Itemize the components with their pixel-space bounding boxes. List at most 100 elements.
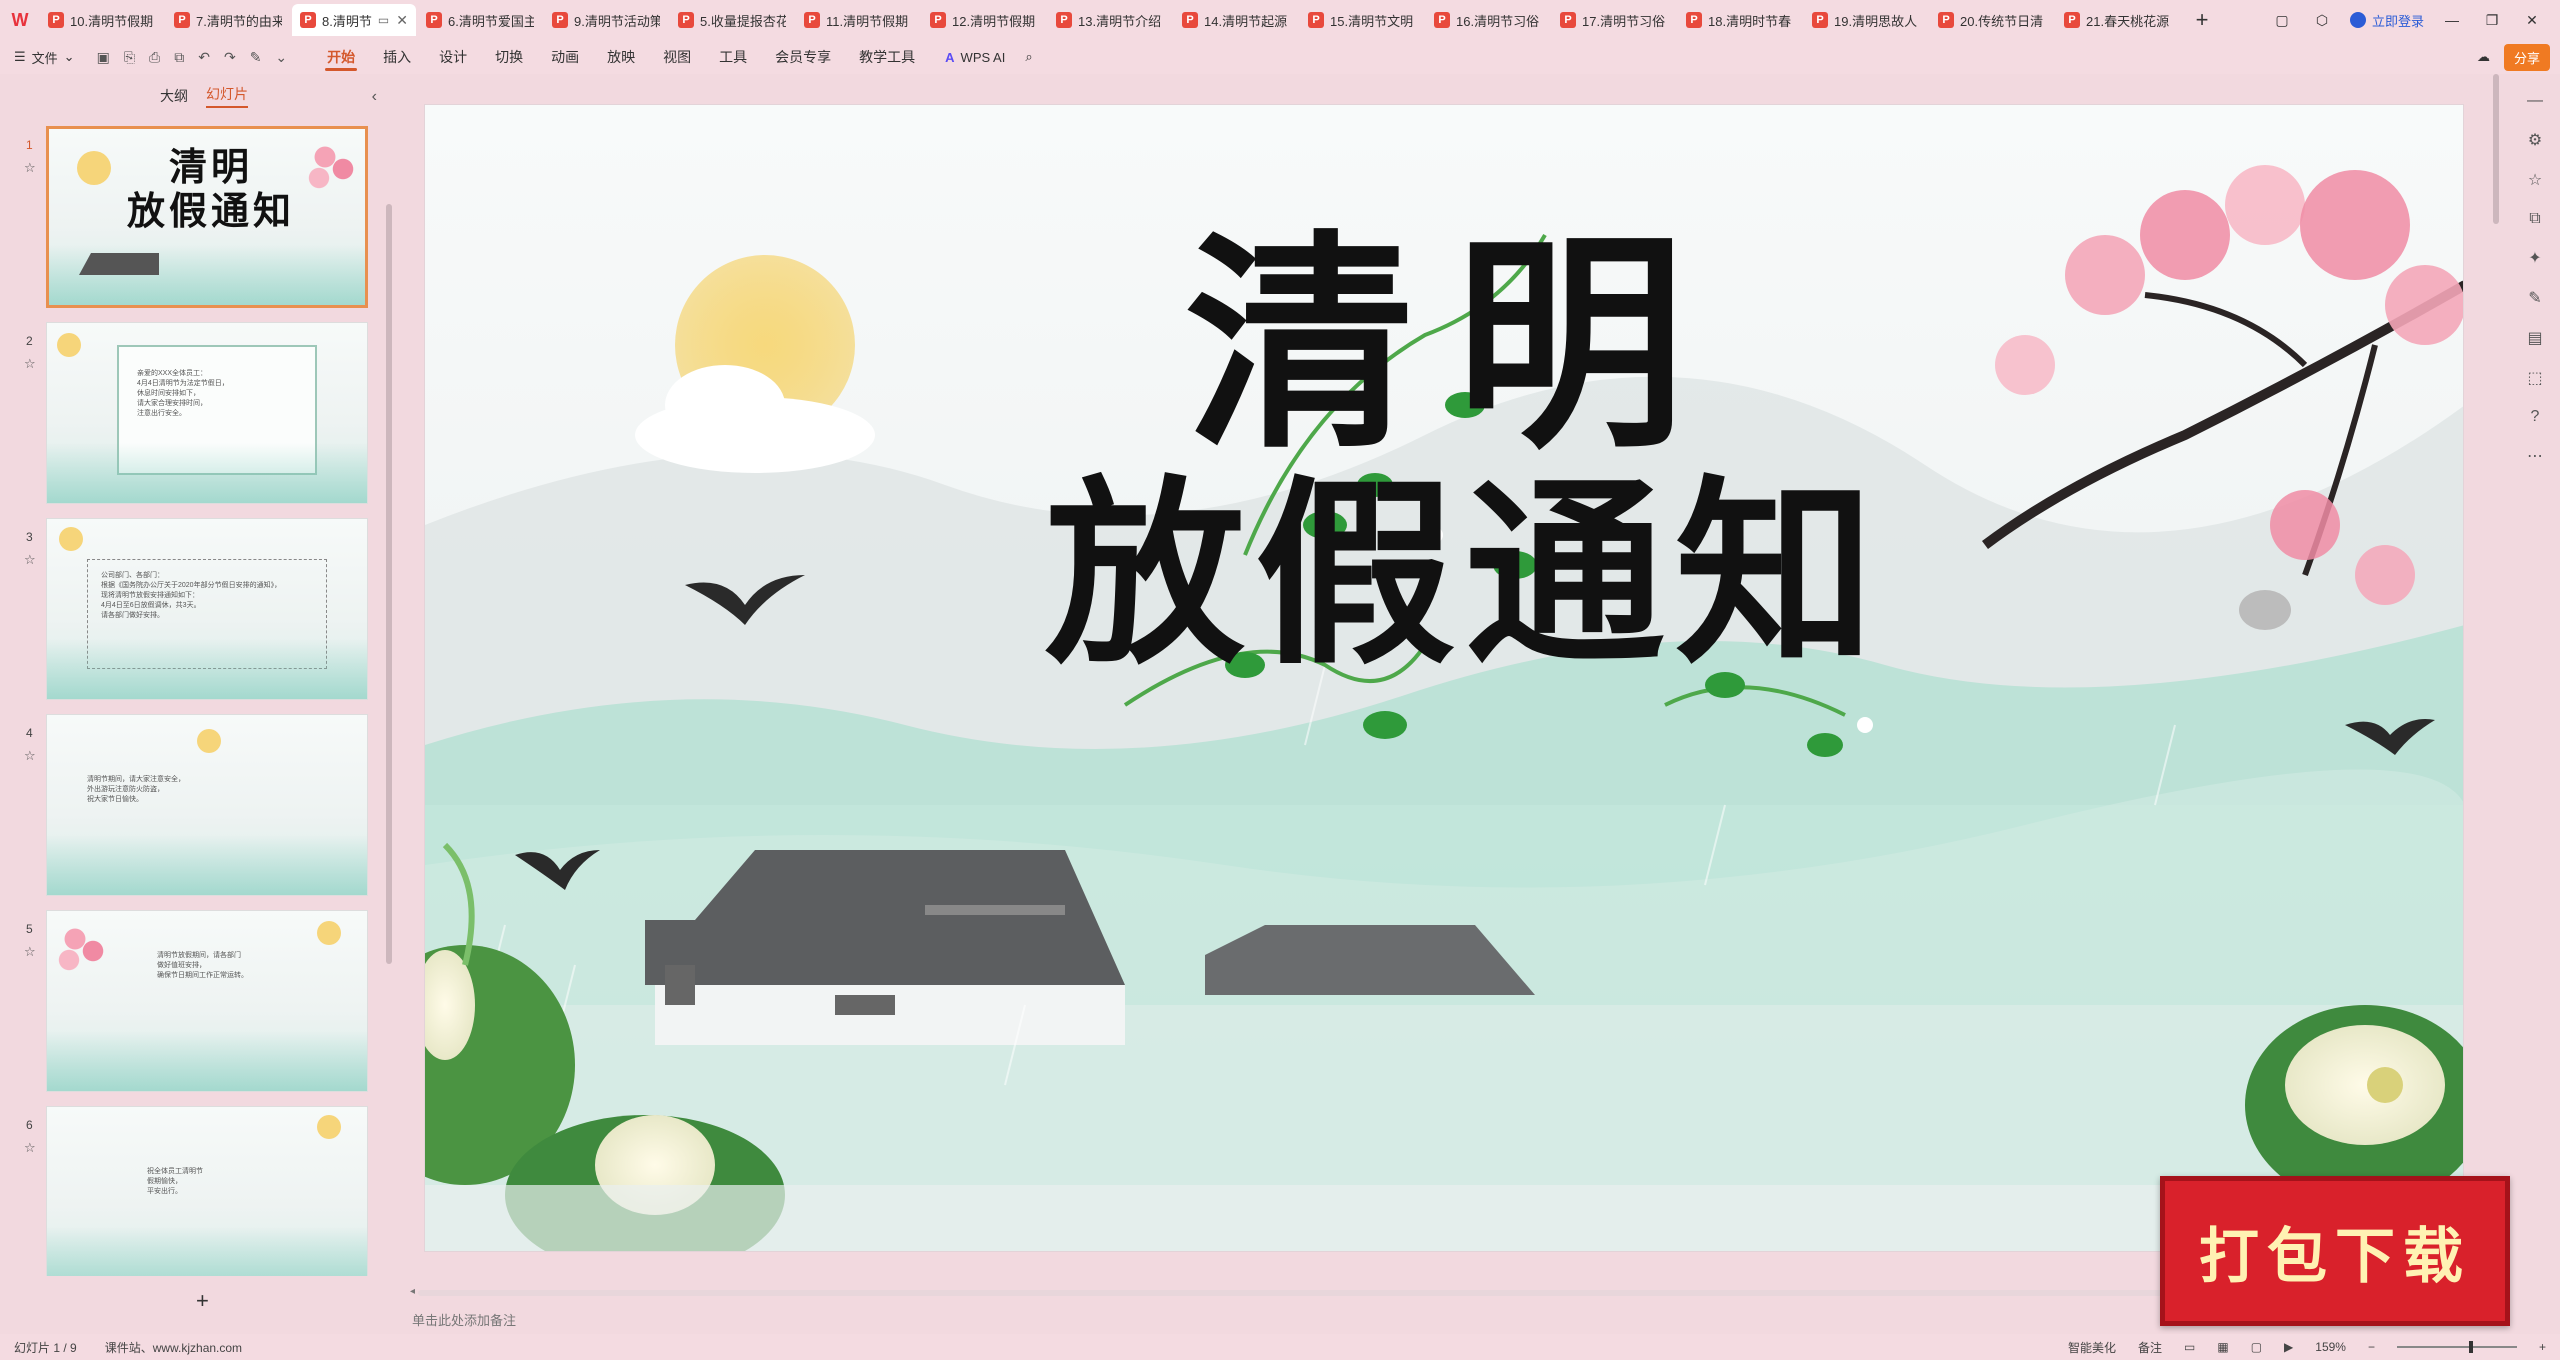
wps-ai-button[interactable]: A WPS AI	[935, 50, 1005, 65]
redo-icon[interactable]: ↷	[224, 49, 236, 66]
site-label[interactable]: 课件站、www.kjzhan.com	[105, 1339, 242, 1356]
format-painter-icon[interactable]: ✎	[250, 49, 262, 66]
stamp-icon[interactable]: ⬚	[2527, 368, 2542, 388]
zoom-slider-knob[interactable]	[2468, 1341, 2473, 1353]
close-window-icon[interactable]: ✕	[2520, 12, 2544, 29]
document-tab[interactable]: P 9.清明节活动策	[544, 4, 668, 36]
document-tab[interactable]: P 6.清明节爱国主	[418, 4, 542, 36]
panel-scrollbar[interactable]	[386, 204, 392, 964]
thumb-number: 3	[26, 530, 33, 544]
ribbon-tab[interactable]: 会员专享	[761, 40, 845, 74]
magic-icon[interactable]: ✦	[2528, 248, 2541, 268]
print-icon[interactable]: ⎙	[149, 49, 160, 66]
window-layout-icon[interactable]: ▢	[2270, 12, 2294, 29]
document-tab[interactable]: P 5.收量提报杏花	[670, 4, 794, 36]
blossom-graphic	[51, 915, 111, 975]
book-icon[interactable]: ▤	[2527, 328, 2542, 348]
document-tab[interactable]: P 18.清明时节春	[1678, 4, 1802, 36]
more-icon[interactable]: ⋯	[2527, 446, 2543, 466]
add-slide-button[interactable]: +	[196, 1288, 209, 1314]
scroll-left-icon[interactable]: ◂	[410, 1286, 415, 1297]
minimize-icon[interactable]: —	[2440, 12, 2464, 28]
ribbon-tab[interactable]: 放映	[593, 40, 649, 74]
ribbon-tab[interactable]: 工具	[705, 40, 761, 74]
slide-thumbnail-4[interactable]: 4 ☆ 清明节期间，请大家注意安全， 外出游玩注意防火防盗， 祝大家节日愉快。	[0, 714, 380, 910]
document-tab[interactable]: P 17.清明节习俗	[1552, 4, 1676, 36]
smart-beautify-button[interactable]: 智能美化	[2068, 1339, 2116, 1356]
star-icon[interactable]: ☆	[24, 944, 36, 960]
document-tab[interactable]: P 10.清明节假期	[40, 4, 164, 36]
settings-sliders-icon[interactable]: ⚙	[2528, 130, 2542, 150]
slide-thumbnail-5[interactable]: 5 ☆ 清明节放假期间，请各部门 做好值班安排， 确保节日期间工作正常运转。	[0, 910, 380, 1106]
star-icon[interactable]: ☆	[24, 552, 36, 568]
minimize-panel-icon[interactable]: —	[2527, 92, 2543, 110]
ribbon-tab[interactable]: 开始	[313, 40, 369, 74]
notes-placeholder[interactable]: 单击此处添加备注	[412, 1310, 516, 1329]
document-tab[interactable]: P 7.清明节的由来	[166, 4, 290, 36]
slide-thumbnail-2[interactable]: 2 ☆ 亲爱的XXX全体员工： 4月4日清明节为法定节假日， 休息时间安排如下，…	[0, 322, 380, 518]
ribbon-tab[interactable]: 插入	[369, 40, 425, 74]
preview-icon[interactable]: ⧉	[174, 49, 184, 66]
ribbon-tab[interactable]: 切换	[481, 40, 537, 74]
zoom-slider[interactable]	[2396, 1341, 2517, 1353]
star-icon[interactable]: ☆	[24, 160, 36, 176]
document-tab[interactable]: P 19.清明思故人	[1804, 4, 1928, 36]
export-icon[interactable]: ⎘	[124, 49, 135, 66]
zoom-in-icon[interactable]: +	[2539, 1340, 2546, 1354]
play-icon[interactable]: ▶	[2284, 1340, 2293, 1354]
view-normal-icon[interactable]: ▭	[2184, 1340, 2195, 1354]
hill-graphic	[47, 835, 367, 895]
vertical-scrollbar[interactable]	[2493, 74, 2499, 224]
star-icon[interactable]: ☆	[24, 748, 36, 764]
close-tab-icon[interactable]: ✕	[396, 12, 408, 29]
more-chevron-icon[interactable]: ⌄	[275, 49, 287, 66]
help-icon[interactable]: ?	[2531, 408, 2540, 426]
slide-thumbnail-3[interactable]: 3 ☆ 公司部门、各部门： 根据《国务院办公厅关于2020年部分节假日安排的通知…	[0, 518, 380, 714]
document-tab[interactable]: P 8.清明节 ▭ ✕	[292, 4, 416, 36]
star-icon[interactable]: ☆	[24, 356, 36, 372]
thumbnail-list[interactable]: 1 ☆ 清明 放假通知 2 ☆ 亲爱的XXX全体员工： 4月4日清明节为法定节假…	[0, 126, 380, 1276]
document-tab[interactable]: P 16.清明节习俗	[1426, 4, 1550, 36]
zoom-level[interactable]: 159%	[2315, 1340, 2346, 1354]
screen-icon[interactable]: ▭	[378, 13, 389, 27]
tab-bar: W P 10.清明节假期 P 7.清明节的由来 P 8.清明节 ▭ ✕ P 6.清明节爱国主 P 9.…	[0, 0, 2560, 40]
file-menu-label: 文件	[31, 50, 58, 66]
document-tab[interactable]: P 15.清明节文明	[1300, 4, 1424, 36]
wps-logo-icon[interactable]: W	[0, 0, 40, 40]
copy-icon[interactable]: ⧉	[2529, 210, 2540, 228]
slide-thumbnail-1[interactable]: 1 ☆ 清明 放假通知	[0, 126, 380, 322]
new-tab-button[interactable]: +	[2182, 7, 2222, 33]
search-icon[interactable]: ⌕	[1011, 49, 1032, 65]
document-tab[interactable]: P 11.清明节假期	[796, 4, 920, 36]
restore-icon[interactable]: ❐	[2480, 12, 2504, 29]
cube-icon[interactable]: ⬡	[2310, 12, 2334, 29]
collapse-panel-icon[interactable]: ‹	[372, 88, 377, 106]
document-tab[interactable]: P 12.清明节假期	[922, 4, 1046, 36]
ribbon-tab[interactable]: 动画	[537, 40, 593, 74]
current-slide[interactable]: 清明 放假通知	[424, 104, 2464, 1252]
document-tab[interactable]: P 13.清明节介绍	[1048, 4, 1172, 36]
brush-icon[interactable]: ✎	[2528, 288, 2541, 308]
file-menu[interactable]: ☰ 文件 ⌄	[14, 48, 91, 67]
view-grid-icon[interactable]: ▦	[2217, 1340, 2228, 1354]
save-icon[interactable]: ▣	[97, 49, 110, 66]
slide-thumbnail-6[interactable]: 6 ☆ 祝全体员工清明节 假期愉快， 平安出行。	[0, 1106, 380, 1276]
document-tab[interactable]: P 20.传统节日清	[1930, 4, 2054, 36]
tab-slides[interactable]: 幻灯片	[206, 84, 248, 108]
star-icon[interactable]: ☆	[2528, 170, 2542, 190]
undo-icon[interactable]: ↶	[198, 49, 210, 66]
notes-toggle-button[interactable]: 备注	[2138, 1339, 2162, 1356]
share-button[interactable]: 分享	[2503, 43, 2550, 71]
ribbon-tab[interactable]: 教学工具	[845, 40, 929, 74]
ribbon-tab[interactable]: 视图	[649, 40, 705, 74]
tab-outline[interactable]: 大纲	[160, 86, 188, 106]
cloud-sync-icon[interactable]: ☁	[2477, 49, 2490, 65]
star-icon[interactable]: ☆	[24, 1140, 36, 1156]
zoom-out-icon[interactable]: −	[2368, 1340, 2375, 1354]
login-button[interactable]: 立即登录	[2349, 11, 2424, 30]
document-tab[interactable]: P 21.春天桃花源	[2056, 4, 2180, 36]
download-badge[interactable]: 打包下载	[2160, 1176, 2510, 1326]
view-reading-icon[interactable]: ▢	[2251, 1340, 2262, 1354]
ribbon-tab[interactable]: 设计	[425, 40, 481, 74]
document-tab[interactable]: P 14.清明节起源	[1174, 4, 1298, 36]
